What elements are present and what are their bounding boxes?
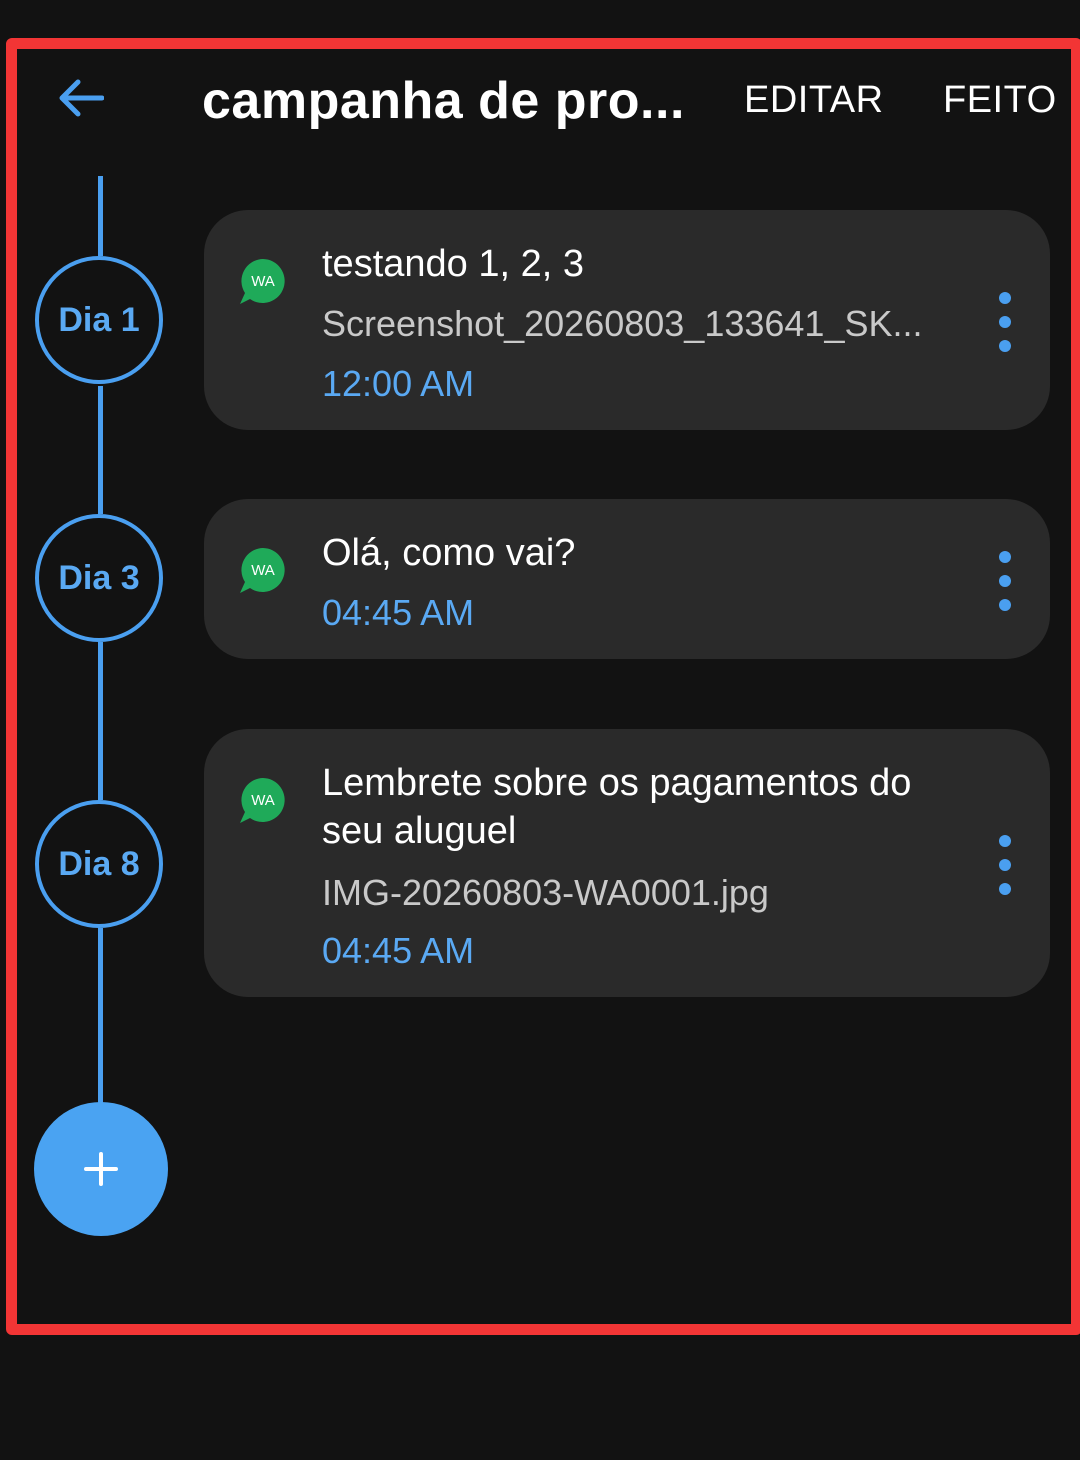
kebab-dot [999,551,1011,563]
done-button[interactable]: FEITO [943,72,1057,128]
kebab-dot [999,340,1011,352]
kebab-dot [999,292,1011,304]
more-options-button[interactable] [990,835,1020,895]
timeline-line [98,642,103,800]
kebab-dot [999,575,1011,587]
whatsapp-icon: WA [240,259,285,304]
kebab-dot [999,599,1011,611]
kebab-dot [999,316,1011,328]
kebab-dot [999,859,1011,871]
whatsapp-icon: WA [240,778,285,823]
message-card[interactable]: WA Lembrete sobre os pagamentos do seu a… [204,729,1050,997]
message-title: Olá, como vai? [322,532,576,574]
page-title: campanha de pro... [202,72,685,130]
message-time: 04:45 AM [322,930,475,971]
campaign-timeline-screen: campanha de pro... EDITAR FEITO Dia 1 Di… [0,0,1080,1460]
add-message-button[interactable] [34,1102,168,1236]
message-card[interactable]: WA Olá, como vai? 04:45 AM [204,499,1050,659]
kebab-dot [999,835,1011,847]
timeline-line [98,386,103,514]
timeline-line [98,176,103,256]
whatsapp-icon-label: WA [251,273,275,290]
message-title: testando 1, 2, 3 [322,243,584,285]
plus-icon [84,1152,118,1186]
whatsapp-icon-label: WA [251,562,275,579]
whatsapp-icon: WA [240,548,285,593]
more-options-button[interactable] [990,551,1020,611]
day-marker: Dia 1 [35,256,163,384]
day-marker: Dia 8 [35,800,163,928]
attachment-name: Screenshot_20260803_133641_SK... [322,303,923,344]
message-time: 04:45 AM [322,592,475,633]
edit-button[interactable]: EDITAR [744,72,884,128]
whatsapp-icon-label: WA [251,792,275,809]
more-options-button[interactable] [990,292,1020,352]
attachment-name: IMG-20260803-WA0001.jpg [322,872,769,913]
arrow-left-icon [59,79,104,117]
message-card[interactable]: WA testando 1, 2, 3 Screenshot_20260803_… [204,210,1050,430]
timeline-line [98,928,103,1108]
message-title: Lembrete sobre os pagamentos do seu alug… [322,762,912,852]
day-marker: Dia 3 [35,514,163,642]
kebab-dot [999,883,1011,895]
message-time: 12:00 AM [322,363,475,404]
back-button[interactable] [50,70,110,126]
